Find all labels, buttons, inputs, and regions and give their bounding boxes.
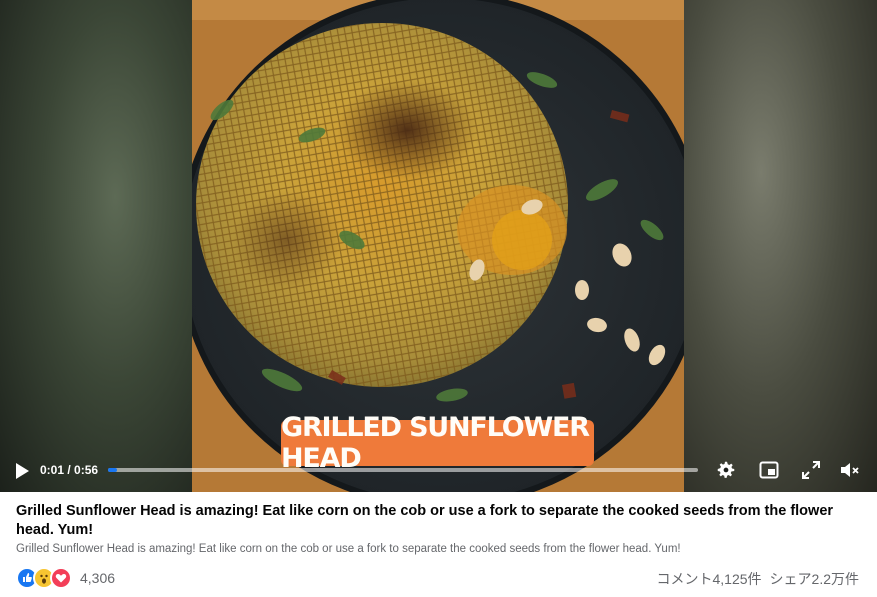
progress-bar-fill bbox=[108, 468, 117, 472]
video-controls-bar: 0:01 / 0:56 bbox=[0, 448, 877, 492]
progress-bar[interactable] bbox=[108, 468, 698, 472]
shares-count-link[interactable]: シェア2.2万件 bbox=[770, 569, 859, 589]
picture-in-picture-icon[interactable] bbox=[758, 459, 780, 481]
engagement-stats: コメント4,125件 シェア2.2万件 bbox=[656, 569, 859, 589]
post-info: Grilled Sunflower Head is amazing! Eat l… bbox=[0, 492, 877, 597]
post-description: Grilled Sunflower Head is amazing! Eat l… bbox=[16, 543, 681, 555]
settings-gear-icon[interactable] bbox=[715, 459, 737, 481]
love-reaction-icon bbox=[50, 567, 72, 589]
muted-speaker-icon[interactable] bbox=[838, 459, 860, 481]
fullscreen-icon[interactable] bbox=[800, 459, 822, 481]
time-display: 0:01 / 0:56 bbox=[40, 463, 99, 477]
comments-count-link[interactable]: コメント4,125件 bbox=[656, 569, 761, 589]
reactions-summary[interactable]: 4,306 bbox=[16, 567, 115, 589]
video-player[interactable]: GRILLED SUNFLOWER HEAD 0:01 / 0:56 bbox=[0, 0, 877, 492]
blurred-background-right bbox=[684, 0, 877, 492]
reaction-count: 4,306 bbox=[80, 570, 116, 586]
play-icon[interactable] bbox=[12, 461, 32, 481]
post-title: Grilled Sunflower Head is amazing! Eat l… bbox=[16, 503, 834, 538]
blurred-background-left bbox=[0, 0, 192, 492]
